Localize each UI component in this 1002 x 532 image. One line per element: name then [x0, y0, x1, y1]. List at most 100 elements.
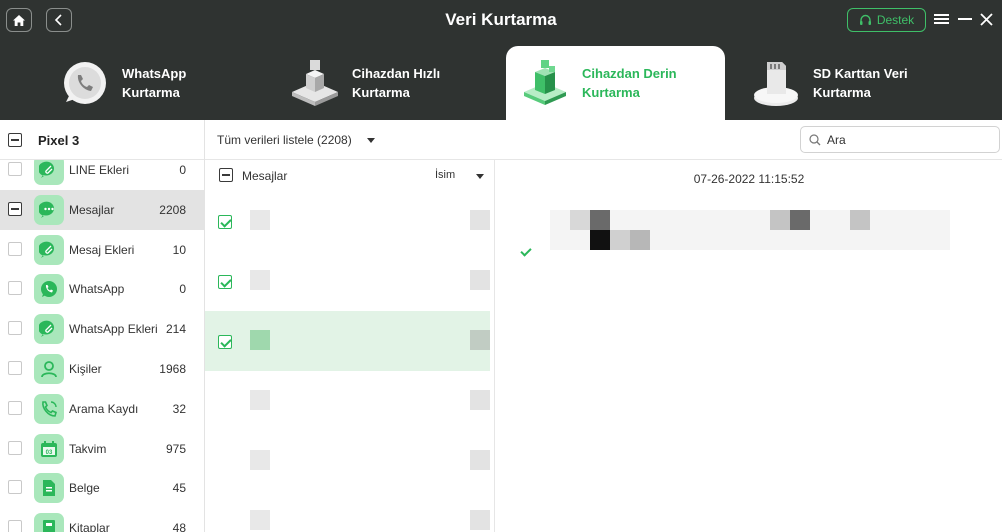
- tab-device-quick-recovery[interactable]: Cihazdan Hızlı Kurtarma: [286, 46, 496, 120]
- message-row[interactable]: [205, 191, 490, 251]
- category-label: WhatsApp Ekleri: [69, 322, 158, 337]
- category-count: 1968: [159, 361, 186, 376]
- category-count: 0: [179, 163, 186, 177]
- device-quick-icon: [286, 54, 344, 112]
- category-checkbox[interactable]: [8, 241, 22, 256]
- category-count: 214: [165, 322, 186, 337]
- category-item-contacts[interactable]: Kişiler 1968: [0, 349, 204, 389]
- tab-whatsapp-recovery[interactable]: WhatsApp Kurtarma: [56, 46, 256, 120]
- category-checkbox[interactable]: [8, 281, 22, 296]
- category-item-messages[interactable]: Mesajlar 2208: [0, 189, 204, 230]
- category-count: 2208: [159, 202, 186, 217]
- category-item-calendar[interactable]: 03 Takvim 975: [0, 429, 204, 469]
- message-detail: 07-26-2022 11:15:52: [496, 160, 1002, 532]
- chevron-down-icon[interactable]: [476, 174, 484, 179]
- message-row[interactable]: [205, 311, 490, 371]
- whatsapp-phone-icon: [56, 54, 114, 112]
- category-checkbox[interactable]: [8, 400, 22, 415]
- attachment-bubble-icon: [34, 234, 64, 265]
- message-row[interactable]: [205, 491, 490, 532]
- tab-sd-card-recovery[interactable]: SD Karttan Veri Kurtarma: [747, 46, 977, 120]
- filter-bar: Tüm verileri listele (2208): [205, 120, 1002, 160]
- category-item-books[interactable]: Kitaplar 48: [0, 508, 204, 532]
- tab-label: Cihazdan Derin Kurtarma: [582, 66, 677, 100]
- minimize-button[interactable]: [955, 9, 975, 29]
- close-button[interactable]: [976, 9, 996, 29]
- category-checkbox[interactable]: [8, 480, 22, 495]
- menu-button[interactable]: [931, 9, 951, 29]
- category-sidebar: LINE Ekleri 0 Mesajlar 2208 Mesaj Ekleri…: [0, 120, 205, 532]
- close-icon: [979, 12, 993, 26]
- device-select-all-checkbox[interactable]: [8, 133, 22, 147]
- redacted-avatar: [250, 210, 270, 230]
- message-bubble-icon: [34, 194, 64, 225]
- category-checkbox[interactable]: [8, 162, 22, 176]
- tab-label: Cihazdan Hızlı Kurtarma: [352, 66, 441, 100]
- category-checkbox[interactable]: [8, 440, 22, 455]
- category-checkbox[interactable]: [8, 321, 22, 336]
- category-label: Mesaj Ekleri: [69, 242, 135, 257]
- support-label: Destek: [876, 13, 915, 27]
- message-row[interactable]: [205, 431, 490, 491]
- redacted-info: [470, 330, 490, 350]
- category-list: LINE Ekleri 0 Mesajlar 2208 Mesaj Ekleri…: [0, 150, 204, 532]
- redacted-avatar: [250, 330, 270, 350]
- category-label: Takvim: [69, 441, 107, 456]
- category-label: Arama Kaydı: [69, 401, 139, 416]
- redacted-pixel: [790, 210, 810, 230]
- phone-call-icon: [34, 393, 64, 424]
- category-count: 10: [172, 242, 186, 257]
- message-timestamp: 07-26-2022 11:15:52: [693, 172, 805, 186]
- category-checkbox[interactable]: [8, 360, 22, 375]
- redacted-info: [470, 210, 490, 230]
- category-item-whatsapp[interactable]: WhatsApp 0: [0, 269, 204, 309]
- device-deep-icon: [516, 54, 574, 112]
- data-filter-dropdown[interactable]: Tüm verileri listele (2208): [217, 133, 352, 147]
- message-checkbox[interactable]: [218, 215, 232, 229]
- svg-text:03: 03: [46, 450, 53, 456]
- category-checkbox[interactable]: [8, 520, 22, 532]
- category-item-documents[interactable]: Belge 45: [0, 468, 204, 508]
- book-icon: [34, 513, 64, 532]
- message-checkbox[interactable]: [218, 275, 232, 289]
- message-row[interactable]: [205, 251, 490, 311]
- sort-dropdown[interactable]: İsim: [435, 169, 455, 181]
- select-all-messages-checkbox[interactable]: [219, 168, 233, 182]
- message-row[interactable]: [205, 371, 490, 431]
- category-label: WhatsApp: [69, 282, 125, 297]
- category-label: Mesajlar: [69, 202, 115, 217]
- document-icon: [34, 473, 64, 504]
- category-checkbox[interactable]: [8, 201, 22, 216]
- redacted-info: [470, 270, 490, 290]
- search-box[interactable]: [800, 126, 1000, 153]
- category-count: 32: [172, 401, 186, 416]
- category-item-whatsapp-attachments[interactable]: WhatsApp Ekleri 214: [0, 309, 204, 349]
- redacted-message-bubble: [550, 210, 950, 250]
- list-header-label: Mesajlar: [242, 169, 288, 183]
- message-select-mark[interactable]: [518, 244, 530, 256]
- redacted-pixel: [590, 230, 610, 250]
- message-list-header: Mesajlar İsim: [205, 160, 494, 191]
- redacted-avatar: [250, 510, 270, 530]
- contact-icon: [34, 353, 64, 384]
- redacted-info: [470, 390, 490, 410]
- minimize-icon: [958, 18, 972, 20]
- menu-icon: [933, 14, 949, 24]
- search-input[interactable]: [827, 132, 992, 148]
- tab-device-deep-recovery[interactable]: Cihazdan Derin Kurtarma: [506, 46, 725, 120]
- search-icon: [809, 134, 821, 146]
- chevron-down-icon[interactable]: [367, 138, 375, 143]
- support-button[interactable]: Destek: [847, 8, 926, 32]
- device-header: Pixel 3: [0, 120, 204, 160]
- redacted-pixel: [570, 210, 590, 230]
- redacted-pixel: [590, 210, 610, 230]
- redacted-info: [470, 510, 490, 530]
- tab-label: WhatsApp Kurtarma: [122, 66, 187, 100]
- category-count: 48: [172, 521, 186, 532]
- category-item-message-attachments[interactable]: Mesaj Ekleri 10: [0, 230, 204, 270]
- category-item-call-log[interactable]: Arama Kaydı 32: [0, 389, 204, 429]
- redacted-avatar: [250, 270, 270, 290]
- category-label: Kitaplar: [69, 521, 110, 532]
- message-checkbox[interactable]: [218, 335, 232, 349]
- whatsapp-icon: [34, 274, 64, 305]
